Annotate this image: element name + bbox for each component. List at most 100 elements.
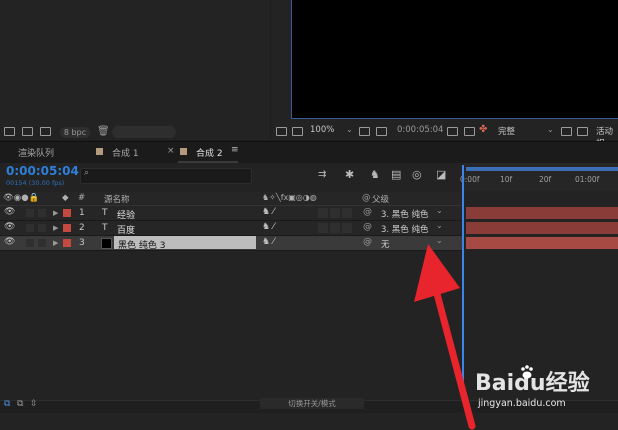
new-folder-icon[interactable]	[22, 127, 33, 136]
switch-box[interactable]	[342, 208, 352, 218]
viewer-canvas[interactable]	[291, 0, 618, 119]
resolution-select[interactable]: 完整	[498, 125, 515, 137]
solo-toggle[interactable]	[26, 239, 34, 247]
solo-toggle[interactable]	[26, 209, 34, 217]
switch-box[interactable]	[342, 223, 352, 233]
motion-blur-icon[interactable]: ◎	[412, 168, 422, 181]
visibility-eye-icon[interactable]: 👁	[4, 237, 15, 247]
comp-flowchart-icon[interactable]: ⇉	[318, 169, 326, 180]
text-layer-icon: T	[102, 208, 108, 218]
parent-select[interactable]: 3. 黑色 纯色	[381, 208, 429, 220]
zoom-dropdown-icon[interactable]: ⌄	[346, 125, 353, 134]
close-tab-icon[interactable]: ×	[167, 146, 175, 156]
visibility-eye-icon[interactable]: 👁	[4, 207, 15, 217]
search-icon: ⌕	[84, 168, 90, 178]
layer-name[interactable]: 黑色 纯色 3	[118, 238, 165, 251]
label-color-swatch[interactable]	[63, 239, 71, 247]
layer-search-input[interactable]	[80, 168, 252, 184]
parent-pickwhip-icon[interactable]: @	[363, 207, 372, 217]
layer-switch-icons[interactable]: ♞ ⁄	[262, 207, 274, 217]
comp2-swatch	[180, 148, 187, 155]
tab-comp-2[interactable]: 合成 2	[196, 146, 223, 159]
label-column-icon: ◆	[62, 193, 69, 203]
layer-index: 3	[79, 238, 85, 248]
snapshot-icon[interactable]	[276, 127, 287, 136]
viewer-timecode[interactable]: 0:00:05:04	[397, 125, 443, 135]
expand-triangle-icon[interactable]: ▶	[53, 209, 58, 217]
resolution-dropdown-icon[interactable]: ⌄	[547, 125, 554, 134]
switch-box[interactable]	[330, 208, 340, 218]
layer-index: 2	[79, 223, 85, 233]
work-area-bar[interactable]	[466, 167, 618, 171]
shy-layers-icon[interactable]: ♞	[370, 168, 380, 181]
tab-comp-1[interactable]: 合成 1	[112, 146, 139, 159]
layer-duration-bar[interactable]	[466, 207, 618, 219]
panel-menu-icon[interactable]: ≡	[231, 145, 239, 155]
toggle-switches-modes[interactable]: 切换开关/模式	[260, 398, 364, 409]
fast-preview-icon[interactable]	[561, 127, 572, 136]
visibility-eye-icon[interactable]: 👁	[4, 222, 15, 232]
expand-triangle-icon[interactable]: ▶	[53, 224, 58, 232]
parent-pickwhip-header-icon: @	[362, 193, 371, 203]
layer-switch-icons[interactable]: ♞ ⁄	[262, 222, 274, 232]
in-out-panes-icon[interactable]: ⇳	[30, 399, 38, 409]
timeline-tabbar	[0, 141, 618, 164]
interpret-footage-icon[interactable]	[4, 127, 15, 136]
label-color-swatch[interactable]	[63, 209, 71, 217]
zoom-level[interactable]: 100%	[310, 125, 334, 135]
graph-editor-icon[interactable]: ◪	[436, 168, 446, 181]
switches-header-icons: ♞✧╲fx▣◎◑◍	[262, 193, 317, 202]
parent-dropdown-icon[interactable]: ⌄	[436, 221, 443, 230]
transparency-grid-icon[interactable]	[577, 127, 588, 136]
current-time[interactable]: 0:00:05:04	[6, 164, 79, 178]
tab-render-queue[interactable]: 渲染队列	[18, 146, 54, 159]
switch-box[interactable]	[330, 223, 340, 233]
layer-switches-icon[interactable]: ⧉	[4, 399, 10, 409]
frame-blending-icon[interactable]: ▤	[391, 168, 401, 181]
region-of-interest-icon[interactable]	[359, 127, 370, 136]
draft-3d-icon[interactable]: ✱	[345, 168, 354, 181]
layer-name[interactable]: 百度	[117, 223, 135, 236]
ruler-label: 01:00f	[575, 175, 600, 184]
composition-viewer	[271, 0, 618, 140]
source-name-header[interactable]: 源名称	[104, 193, 130, 205]
layer-switch-icons[interactable]: ♞ ⁄	[262, 237, 274, 247]
transfer-controls-icon[interactable]: ⧉	[17, 399, 23, 409]
solo-toggle[interactable]	[26, 224, 34, 232]
trash-icon[interactable]: 🗑	[97, 126, 110, 137]
annotation-arrow-shaft	[432, 286, 476, 430]
layer-column-header	[0, 192, 462, 206]
show-snapshot-icon[interactable]	[464, 127, 475, 136]
baidu-paw-icon	[521, 365, 533, 379]
comp1-swatch	[96, 148, 103, 155]
project-search-field[interactable]	[112, 126, 176, 138]
expand-triangle-icon[interactable]: ▶	[53, 239, 58, 247]
switch-box[interactable]	[318, 223, 328, 233]
grid-icon[interactable]	[376, 127, 387, 136]
watermark-url: jingyan.baidu.com	[478, 398, 566, 409]
parent-select[interactable]: 无	[381, 238, 390, 250]
parent-pickwhip-icon[interactable]: @	[363, 222, 372, 232]
frame-count: 00154 (30.00 fps)	[6, 179, 65, 187]
lock-toggle[interactable]	[38, 209, 46, 217]
color-channels-icon[interactable]: ✤	[479, 124, 487, 135]
lock-toggle[interactable]	[38, 224, 46, 232]
text-layer-icon: T	[102, 223, 108, 233]
lock-toggle[interactable]	[38, 239, 46, 247]
ruler-label: 20f	[539, 175, 552, 184]
new-composition-icon[interactable]	[40, 127, 51, 136]
av-features-icons: 👁◉●🔒	[3, 193, 40, 203]
parent-dropdown-icon[interactable]: ⌄	[436, 206, 443, 215]
layer-index: 1	[79, 208, 85, 218]
layer-name[interactable]: 经验	[117, 208, 135, 221]
bpc-label[interactable]: 8 bpc	[60, 127, 90, 138]
solid-layer-swatch	[101, 238, 112, 249]
label-color-swatch[interactable]	[63, 224, 71, 232]
switch-box[interactable]	[318, 208, 328, 218]
project-panel	[0, 0, 270, 140]
camera-icon[interactable]	[447, 127, 458, 136]
parent-pickwhip-icon[interactable]: @	[363, 237, 372, 247]
index-column-icon: #	[78, 193, 86, 203]
parent-header[interactable]: 父级	[372, 193, 389, 205]
monitor-icon[interactable]	[292, 127, 303, 136]
